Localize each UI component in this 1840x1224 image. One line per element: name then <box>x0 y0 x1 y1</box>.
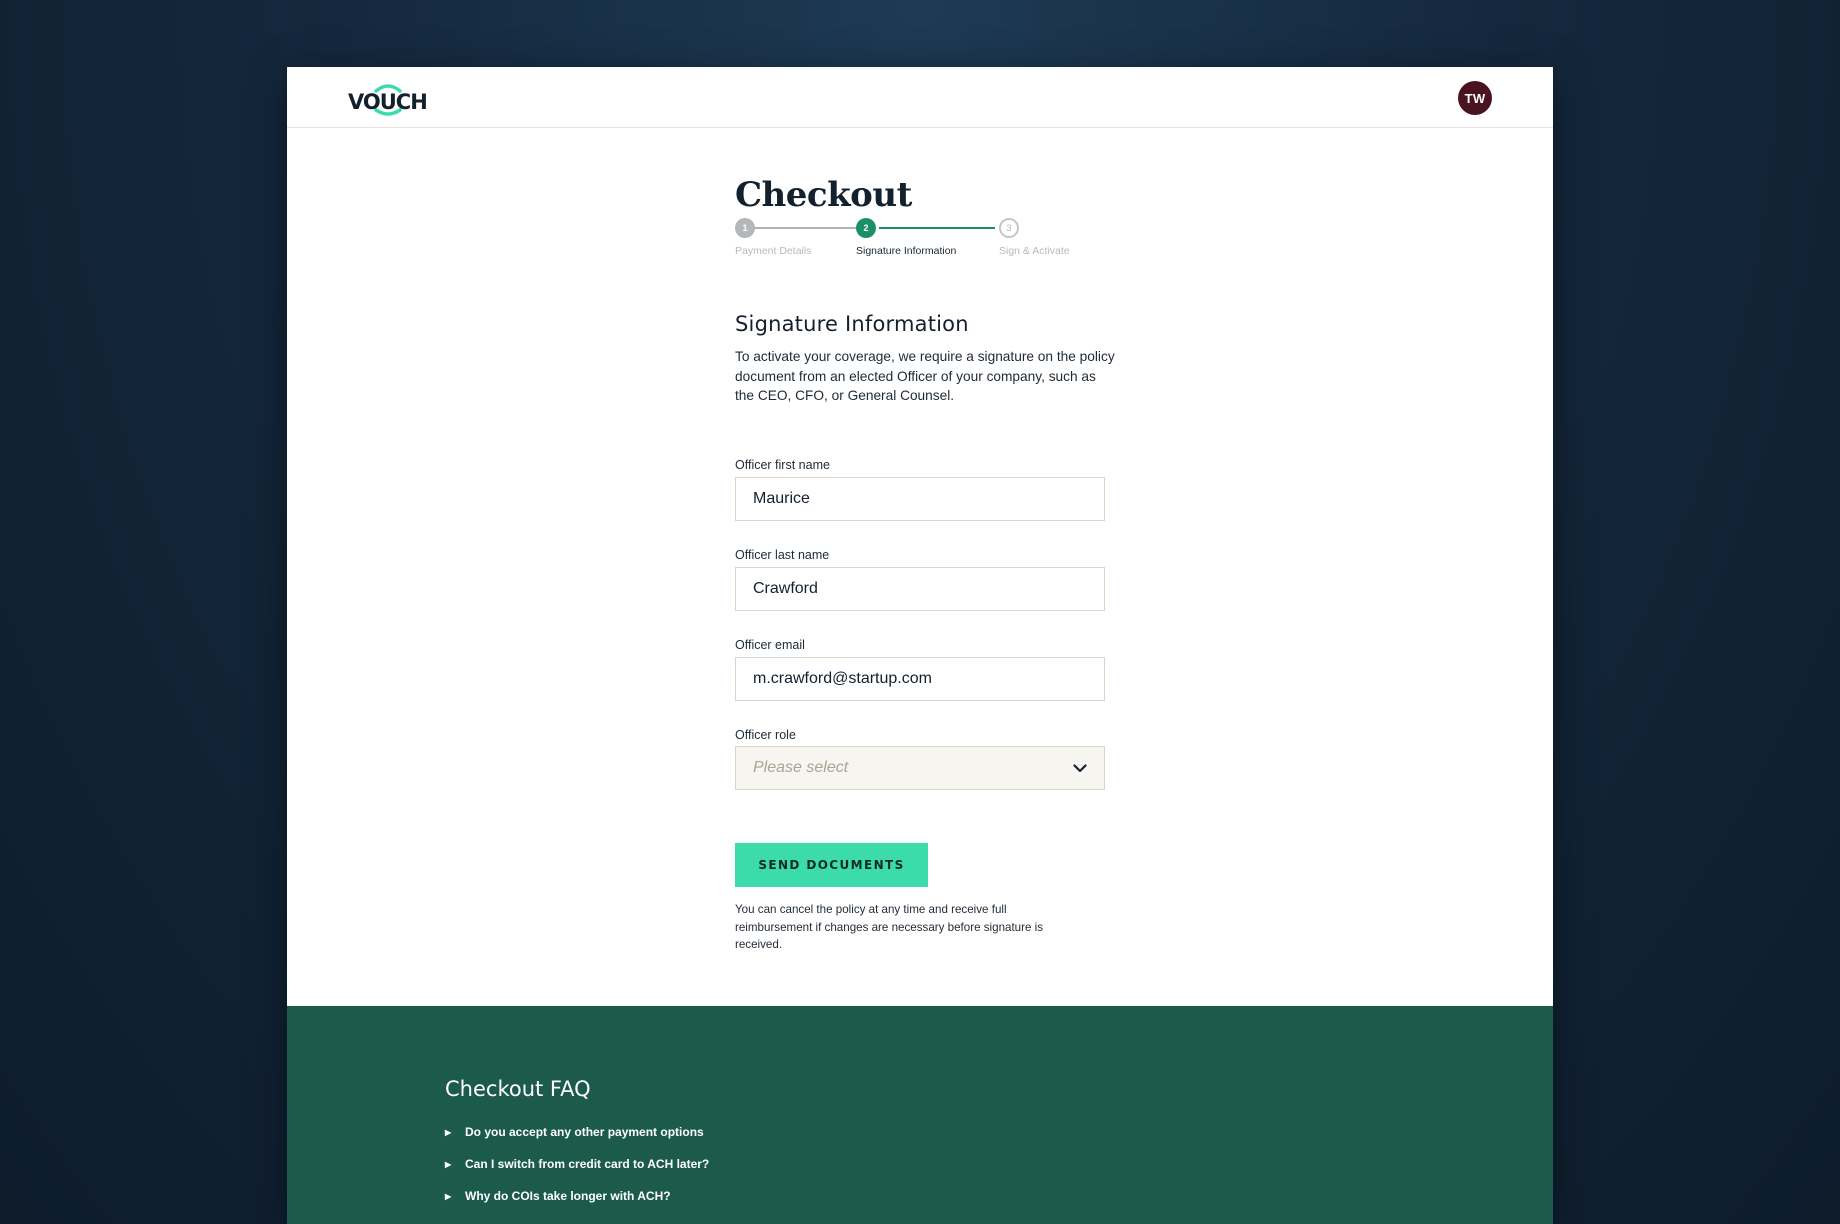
email-label: Officer email <box>735 638 805 652</box>
email-value: m.crawford@startup.com <box>753 670 932 687</box>
last-name-label: Officer last name <box>735 548 830 562</box>
caret-right-icon: ▶ <box>445 1127 452 1137</box>
vouch-logo[interactable]: VOUCH <box>348 79 438 119</box>
cancel-policy-note: You can cancel the policy at any time an… <box>735 903 1044 951</box>
step-2-label: Signature Information <box>856 245 957 257</box>
step-1-label[interactable]: Payment Details <box>735 245 811 257</box>
first-name-label: Officer first name <box>735 458 830 472</box>
role-select[interactable]: Please select <box>735 746 1105 790</box>
vouch-logo-icon: VOUCH <box>348 84 428 116</box>
section-description: To activate your coverage, we require a … <box>735 349 1115 403</box>
last-name-value: Crawford <box>753 580 818 597</box>
faq-item[interactable]: ▶ Do you accept any other payment option… <box>445 1125 704 1139</box>
role-label: Officer role <box>735 728 796 742</box>
caret-right-icon: ▶ <box>445 1191 452 1201</box>
stepper-line-completed <box>753 227 869 229</box>
page-title: Checkout <box>735 175 912 215</box>
top-bar: VOUCH TW <box>287 67 1553 128</box>
last-name-field[interactable]: Crawford <box>735 567 1105 611</box>
step-3-label: Sign & Activate <box>999 245 1070 257</box>
logo-text: VOUCH <box>348 90 427 114</box>
faq-item[interactable]: ▶ Can I switch from credit card to ACH l… <box>445 1157 709 1171</box>
send-documents-button[interactable]: SEND DOCUMENTS <box>735 843 928 887</box>
faq-question: Why do COIs take longer with ACH? <box>465 1189 671 1203</box>
role-placeholder: Please select <box>753 759 849 776</box>
faq-question: Do you accept any other payment options <box>465 1125 704 1139</box>
faq-section: Checkout FAQ ▶ Do you accept any other p… <box>287 1006 1553 1224</box>
first-name-value: Maurice <box>753 490 810 507</box>
step-3-dot: 3 <box>999 218 1019 238</box>
faq-title: Checkout FAQ <box>445 1077 591 1101</box>
chevron-down-icon <box>1073 763 1087 773</box>
user-avatar[interactable]: TW <box>1458 81 1492 115</box>
stepper-line-active <box>879 227 995 229</box>
faq-question: Can I switch from credit card to ACH lat… <box>465 1157 710 1171</box>
step-1-dot[interactable]: 1 <box>735 218 755 238</box>
faq-item[interactable]: ▶ Why do COIs take longer with ACH? <box>445 1189 671 1203</box>
caret-right-icon: ▶ <box>445 1159 452 1169</box>
app-window: VOUCH TW Checkout 1 2 3 Payment Details … <box>287 67 1553 1224</box>
section-title: Signature Information <box>735 312 969 336</box>
email-field[interactable]: m.crawford@startup.com <box>735 657 1105 701</box>
step-2-dot[interactable]: 2 <box>856 218 876 238</box>
first-name-field[interactable]: Maurice <box>735 477 1105 521</box>
